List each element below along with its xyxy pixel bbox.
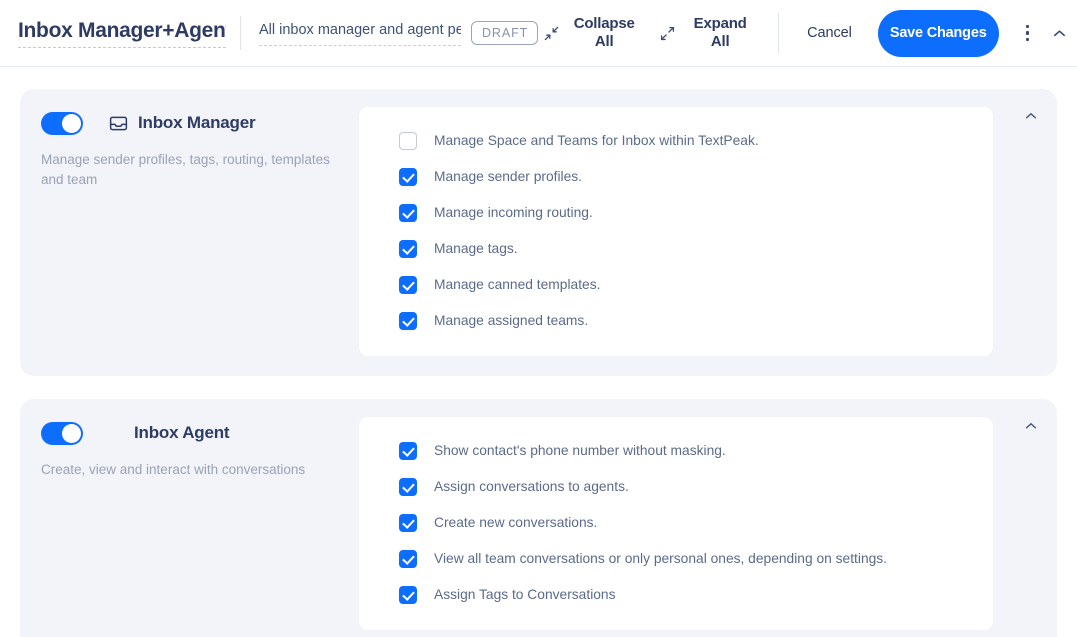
profile-description-field[interactable]: All inbox manager and agent permissions	[259, 20, 461, 46]
section-chevron-up-icon-inbox-manager[interactable]	[1020, 105, 1042, 127]
header-divider-2	[778, 13, 780, 53]
permission-row[interactable]: View all team conversations or only pers…	[379, 541, 973, 577]
profile-title-field[interactable]: Inbox Manager+Agent	[18, 18, 226, 48]
section-info: Inbox Manager Manage sender profiles, ta…	[41, 107, 359, 356]
permission-row[interactable]: Manage tags.	[379, 231, 973, 267]
section-toggle-inbox-manager[interactable]	[41, 111, 83, 135]
save-changes-button[interactable]: Save Changes	[877, 9, 999, 57]
permission-label: Manage sender profiles.	[434, 169, 583, 184]
permission-row[interactable]: Manage incoming routing.	[379, 195, 973, 231]
permission-checkbox[interactable]	[399, 550, 417, 568]
cancel-button[interactable]: Cancel	[807, 25, 852, 41]
page-title[interactable]: Inbox Manager+Agent	[18, 18, 226, 48]
permission-checkbox[interactable]	[399, 204, 417, 222]
permission-row[interactable]: Manage canned templates.	[379, 267, 973, 303]
toggle-knob	[62, 423, 81, 443]
permission-checkbox[interactable]	[399, 312, 417, 330]
permission-label: Assign conversations to agents.	[434, 479, 629, 494]
permission-label: Show contact's phone number without mask…	[434, 443, 726, 458]
permission-row[interactable]: Assign conversations to agents.	[379, 469, 973, 505]
permission-label: View all team conversations or only pers…	[434, 551, 888, 566]
toggle-knob	[62, 113, 81, 133]
permission-row[interactable]: Manage sender profiles.	[379, 159, 973, 195]
permission-label: Create new conversations.	[434, 515, 598, 530]
permission-section-inbox-agent: Inbox Agent Create, view and interact wi…	[20, 399, 1057, 637]
profile-description-text[interactable]: All inbox manager and agent permissions	[259, 20, 461, 46]
collapse-all-button[interactable]: Collapse All	[568, 15, 640, 51]
section-title-inbox-manager: Inbox Manager	[138, 113, 256, 132]
permission-checkbox[interactable]	[399, 514, 417, 532]
permission-label: Manage tags.	[434, 241, 518, 256]
header-chevron-up-icon[interactable]	[1048, 21, 1072, 45]
section-description-inbox-agent: Create, view and interact with conversat…	[41, 462, 306, 477]
badge-collapse-icon[interactable]	[540, 22, 562, 44]
section-info: Inbox Agent Create, view and interact wi…	[41, 417, 359, 630]
more-vertical-icon[interactable]	[1015, 20, 1041, 46]
permission-checkbox[interactable]	[399, 132, 417, 150]
permission-label: Assign Tags to Conversations	[434, 587, 616, 602]
page-header: Inbox Manager+Agent All inbox manager an…	[0, 0, 1077, 67]
inbox-tray-icon	[108, 113, 129, 134]
permission-checkbox[interactable]	[399, 168, 417, 186]
permission-checkbox[interactable]	[399, 478, 417, 496]
permission-checkbox[interactable]	[399, 240, 417, 258]
header-divider-1	[240, 16, 241, 50]
permissions-list: Inbox Manager Manage sender profiles, ta…	[0, 67, 1077, 637]
permission-label: Manage incoming routing.	[434, 205, 593, 220]
permission-row[interactable]: Assign Tags to Conversations	[379, 577, 973, 613]
status-badge: DRAFT	[471, 21, 539, 45]
section-chevron-up-icon-inbox-agent[interactable]	[1020, 415, 1042, 437]
permission-section-inbox-manager: Inbox Manager Manage sender profiles, ta…	[20, 89, 1057, 376]
section-title-inbox-agent: Inbox Agent	[134, 423, 230, 442]
permission-options-inbox-manager: Manage Space and Teams for Inbox within …	[359, 107, 993, 356]
permission-options-inbox-agent: Show contact's phone number without mask…	[359, 417, 993, 630]
permission-checkbox[interactable]	[399, 276, 417, 294]
permission-row[interactable]: Manage assigned teams.	[379, 303, 973, 339]
expand-arrows-icon[interactable]	[656, 22, 678, 44]
expand-all-button[interactable]: Expand All	[684, 15, 756, 51]
permission-row[interactable]: Manage Space and Teams for Inbox within …	[379, 123, 973, 159]
permission-label: Manage Space and Teams for Inbox within …	[434, 133, 759, 148]
section-toggle-inbox-agent[interactable]	[41, 421, 83, 445]
permission-checkbox[interactable]	[399, 586, 417, 604]
permission-label: Manage canned templates.	[434, 277, 601, 292]
permission-label: Manage assigned teams.	[434, 313, 589, 328]
permission-row[interactable]: Create new conversations.	[379, 505, 973, 541]
permission-checkbox[interactable]	[399, 442, 417, 460]
section-description-inbox-manager: Manage sender profiles, tags, routing, t…	[41, 152, 330, 187]
permission-row[interactable]: Show contact's phone number without mask…	[379, 433, 973, 469]
